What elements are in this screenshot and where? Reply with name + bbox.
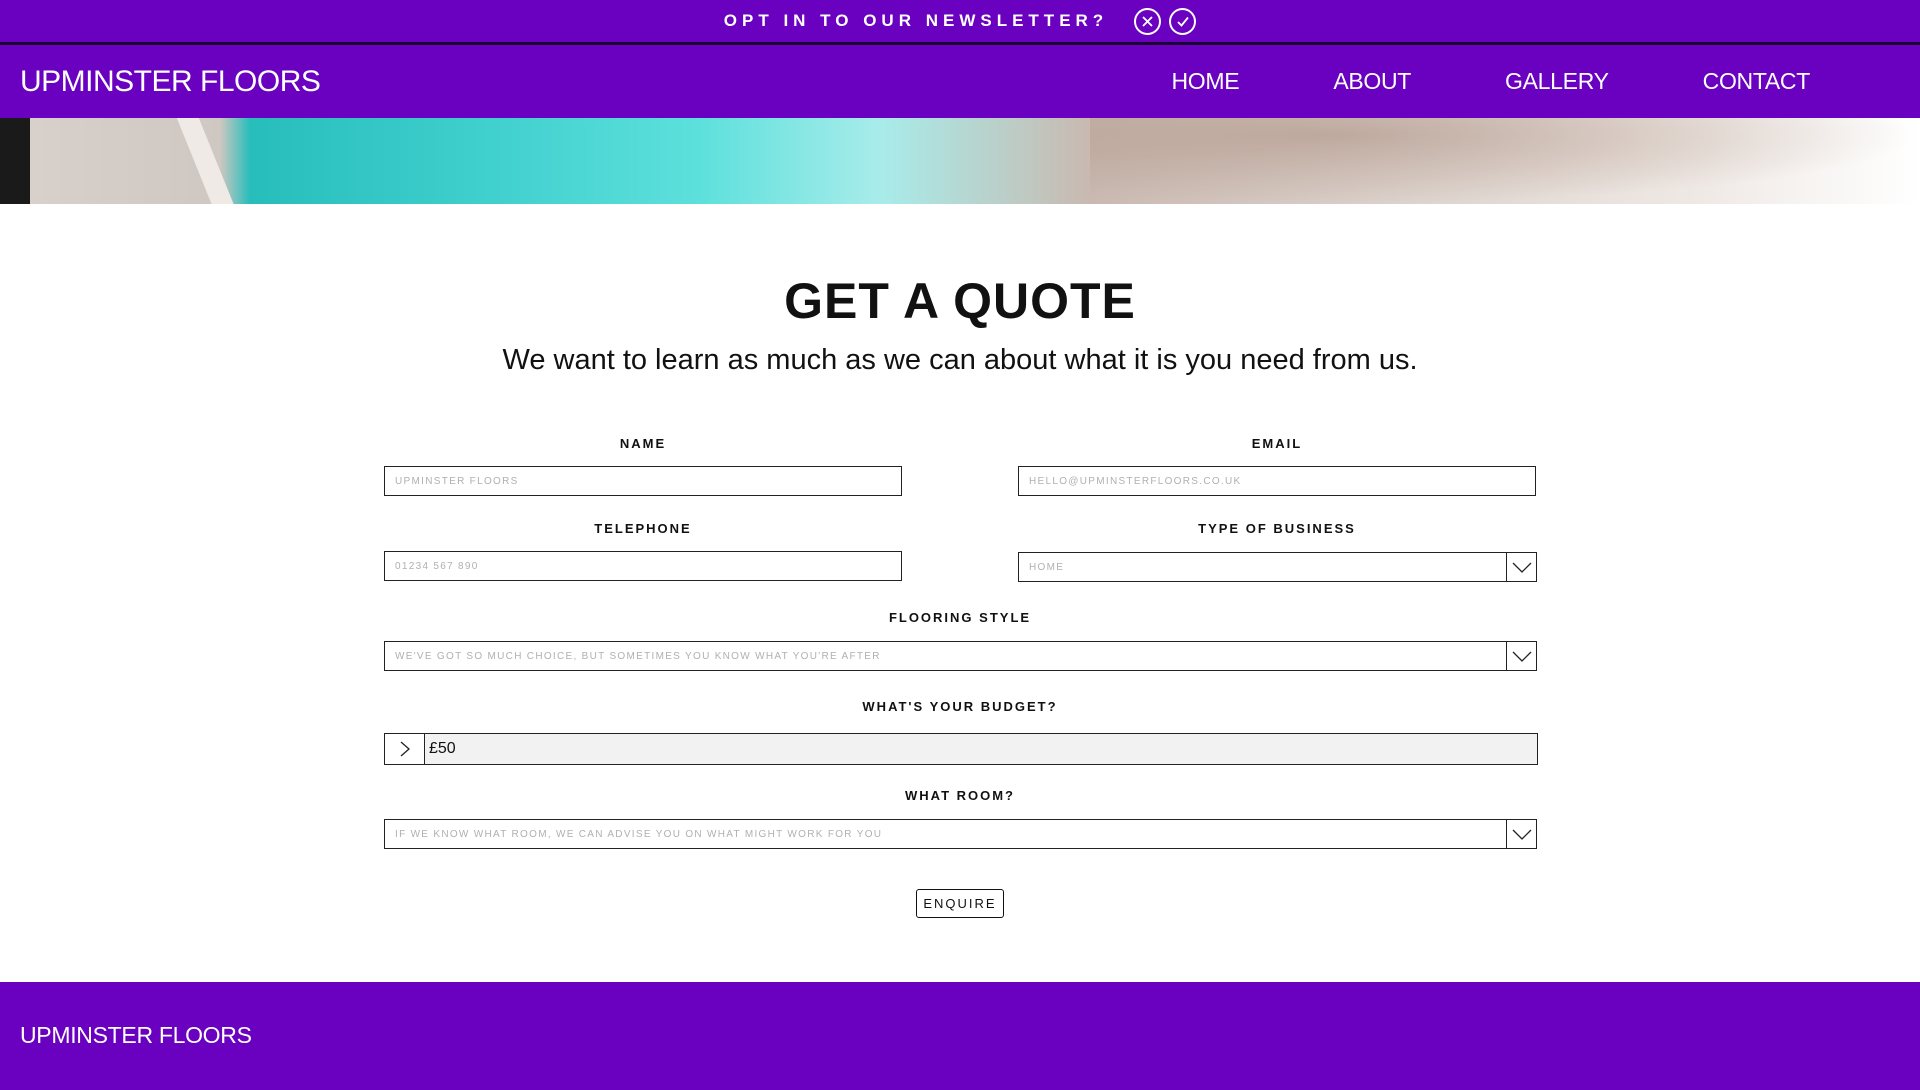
chevron-down-icon[interactable] <box>1506 642 1536 670</box>
nav-about[interactable]: ABOUT <box>1333 68 1411 95</box>
business-type-select[interactable]: HOME <box>1018 552 1537 582</box>
flooring-style-select[interactable]: WE'VE GOT SO MUCH CHOICE, BUT SOMETIMES … <box>384 641 1537 671</box>
email-label: EMAIL <box>1251 436 1303 451</box>
newsletter-bar: OPT IN TO OUR NEWSLETTER? <box>0 0 1920 45</box>
budget-value: £50 <box>429 740 456 757</box>
email-placeholder: HELLO@UPMINSTERFLOORS.CO.UK <box>1029 475 1242 487</box>
footer-logo[interactable]: UPMINSTER FLOORS <box>20 1022 252 1049</box>
nav-contact[interactable]: CONTACT <box>1703 68 1811 95</box>
budget-label: WHAT'S YOUR BUDGET? <box>862 699 1058 714</box>
flooring-style-label: FLOORING STYLE <box>888 610 1032 625</box>
close-circle-icon[interactable] <box>1134 7 1162 35</box>
quote-section: GET A QUOTE We want to learn as much as … <box>0 204 1920 982</box>
chevron-down-icon[interactable] <box>1506 553 1536 581</box>
name-label: NAME <box>619 436 667 451</box>
room-value: IF WE KNOW WHAT ROOM, WE CAN ADVISE YOU … <box>395 828 883 840</box>
site-footer: UPMINSTER FLOORS <box>0 982 1920 1090</box>
name-field[interactable]: UPMINSTER FLOORS <box>384 466 902 496</box>
nav-home[interactable]: HOME <box>1172 68 1240 95</box>
flooring-style-value: WE'VE GOT SO MUCH CHOICE, BUT SOMETIMES … <box>395 650 881 662</box>
site-header: UPMINSTER FLOORS HOME ABOUT GALLERY CONT… <box>0 45 1920 118</box>
room-select[interactable]: IF WE KNOW WHAT ROOM, WE CAN ADVISE YOU … <box>384 819 1537 849</box>
hero-banner-image <box>0 118 1920 204</box>
hero-decoration <box>172 118 240 204</box>
business-type-value: HOME <box>1029 561 1065 573</box>
main-nav: HOME ABOUT GALLERY CONTACT <box>1172 68 1811 95</box>
chevron-right-icon[interactable] <box>385 734 425 764</box>
telephone-label: TELEPHONE <box>594 521 692 536</box>
site-logo[interactable]: UPMINSTER FLOORS <box>20 65 321 99</box>
name-placeholder: UPMINSTER FLOORS <box>395 475 519 487</box>
hero-decoration <box>1090 118 1920 204</box>
telephone-placeholder: 01234 567 890 <box>395 560 479 572</box>
room-label: WHAT ROOM? <box>904 788 1016 803</box>
newsletter-actions <box>1134 7 1197 35</box>
nav-gallery[interactable]: GALLERY <box>1505 68 1609 95</box>
budget-slider[interactable]: £50 <box>384 733 1538 765</box>
telephone-field[interactable]: 01234 567 890 <box>384 551 902 581</box>
business-type-label: TYPE OF BUSINESS <box>1198 521 1356 536</box>
newsletter-prompt: OPT IN TO OUR NEWSLETTER? <box>723 11 1109 30</box>
page-subtitle: We want to learn as much as we can about… <box>502 344 1418 376</box>
enquire-button[interactable]: ENQUIRE <box>916 889 1004 918</box>
page-title: GET A QUOTE <box>784 273 1136 329</box>
email-field[interactable]: HELLO@UPMINSTERFLOORS.CO.UK <box>1018 466 1536 496</box>
chevron-down-icon[interactable] <box>1506 820 1536 848</box>
check-circle-icon[interactable] <box>1169 7 1197 35</box>
